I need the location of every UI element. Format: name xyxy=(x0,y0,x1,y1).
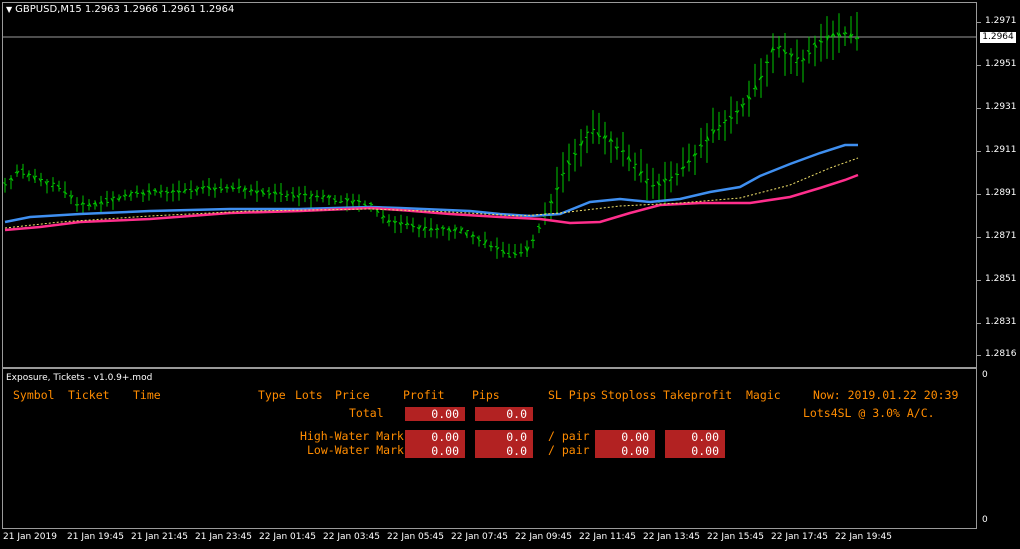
total-profit-cell: 0.00 xyxy=(405,407,465,421)
bar-close-tick xyxy=(160,190,164,193)
col-time: Time xyxy=(133,388,161,402)
price-chart-svg xyxy=(2,12,977,259)
col-type: Type xyxy=(258,388,286,402)
col-symbol: Symbol xyxy=(13,388,55,402)
bar-close-tick xyxy=(532,239,536,242)
time-tick-label: 22 Jan 01:45 xyxy=(259,532,316,542)
bar-open-tick xyxy=(404,223,408,226)
price-tick-mark xyxy=(977,237,981,238)
time-tick-label: 21 Jan 23:45 xyxy=(195,532,252,542)
low-water-label: Low-Water Mark xyxy=(307,443,404,457)
col-ticket: Ticket xyxy=(68,388,110,402)
bar-open-tick xyxy=(734,110,738,113)
high-water-label: High-Water Mark xyxy=(300,429,404,443)
time-axis[interactable]: 21 Jan 2019 21 Jan 19:45 21 Jan 21:45 21… xyxy=(0,529,977,549)
low-water-value-1: 0.00 xyxy=(595,444,655,458)
high-water-profit-cell: 0.00 xyxy=(405,430,465,444)
bar-open-tick xyxy=(98,202,102,204)
time-tick-label: 22 Jan 15:45 xyxy=(707,532,764,542)
bar-open-tick xyxy=(152,189,156,192)
time-tick-label: 21 Jan 21:45 xyxy=(131,532,188,542)
bar-open-tick xyxy=(20,168,24,171)
lots4sl-label: Lots4SL @ 3.0% A/C. xyxy=(803,406,935,420)
time-tick-label: 22 Jan 03:45 xyxy=(323,532,380,542)
col-sl-pips: SL Pips xyxy=(548,388,597,402)
bar-close-tick xyxy=(340,200,344,203)
col-pips: Pips xyxy=(472,388,500,402)
col-lots: Lots xyxy=(295,388,323,402)
price-tick-mark xyxy=(977,355,981,356)
now-timestamp: Now: 2019.01.22 20:39 xyxy=(813,388,959,402)
bar-close-tick xyxy=(412,225,416,228)
price-tick-label: 1.2971 xyxy=(985,16,1017,26)
time-tick-label: 21 Jan 2019 xyxy=(3,532,57,542)
chart-symbol-header[interactable]: ▼ GBPUSD,M15 1.2963 1.2966 1.2961 1.2964 xyxy=(6,4,234,15)
time-tick-label: 22 Jan 17:45 xyxy=(771,532,828,542)
price-tick-label: 1.2951 xyxy=(985,59,1017,69)
high-water-value-1: 0.00 xyxy=(595,430,655,444)
bar-open-tick xyxy=(458,231,462,234)
time-tick-label: 22 Jan 09:45 xyxy=(515,532,572,542)
price-tick-label: 1.2931 xyxy=(985,102,1017,112)
col-profit: Profit xyxy=(403,388,445,402)
bar-open-tick xyxy=(146,190,150,192)
col-stoploss: Stoploss xyxy=(601,388,657,402)
low-water-value-2: 0.00 xyxy=(665,444,725,458)
bar-open-tick xyxy=(788,53,792,55)
price-tick-label: 1.2911 xyxy=(985,145,1017,155)
high-water-pips-cell: 0.0 xyxy=(475,430,533,444)
ma-yellow-line xyxy=(4,157,859,229)
ma-blue-line xyxy=(4,143,858,224)
col-price: Price xyxy=(335,388,370,402)
time-tick-label: 22 Jan 07:45 xyxy=(451,532,508,542)
time-tick-label: 22 Jan 13:45 xyxy=(643,532,700,542)
bar-close-tick xyxy=(232,187,236,190)
price-tick-mark xyxy=(977,65,981,66)
col-takeprofit: Takeprofit xyxy=(663,388,733,402)
price-tick-mark xyxy=(977,108,981,109)
price-tick-mark xyxy=(977,151,981,152)
price-tick-label: 1.2831 xyxy=(985,317,1017,327)
dropdown-triangle-icon[interactable]: ▼ xyxy=(6,5,12,14)
bar-open-tick xyxy=(74,204,78,206)
subwindow-scale-top: 0 xyxy=(982,370,988,380)
bar-close-tick xyxy=(772,48,776,51)
subwindow-scale-bottom: 0 xyxy=(982,515,988,525)
indicator-name: Exposure, Tickets - v1.0.9+.mod xyxy=(6,373,153,383)
col-magic: Magic xyxy=(746,388,781,402)
bar-open-tick xyxy=(50,185,54,188)
total-label: Total xyxy=(349,406,384,420)
price-tick-mark xyxy=(977,280,981,281)
price-tick-label: 1.2871 xyxy=(985,231,1017,241)
current-price-label: 1.2964 xyxy=(980,32,1016,43)
bar-close-tick xyxy=(334,200,338,203)
time-tick-label: 22 Jan 05:45 xyxy=(387,532,444,542)
price-tick-label: 1.2851 xyxy=(985,274,1017,284)
high-water-per-pair: / pair xyxy=(548,429,590,443)
symbol-quote-line: GBPUSD,M15 1.2963 1.2966 1.2961 1.2964 xyxy=(15,4,235,15)
price-tick-label: 1.2891 xyxy=(985,188,1017,198)
high-water-value-2: 0.00 xyxy=(665,430,725,444)
bar-close-tick xyxy=(592,128,596,131)
price-tick-label: 1.2816 xyxy=(985,349,1017,359)
bar-close-tick xyxy=(52,182,56,185)
bar-open-tick xyxy=(710,129,714,131)
price-tick-mark xyxy=(977,194,981,195)
price-scale[interactable]: 1.2971 1.2951 1.2931 1.2911 1.2891 1.287… xyxy=(977,0,1020,369)
time-tick-label: 22 Jan 11:45 xyxy=(579,532,636,542)
low-water-pips-cell: 0.0 xyxy=(475,444,533,458)
low-water-profit-cell: 0.00 xyxy=(405,444,465,458)
low-water-per-pair: / pair xyxy=(548,443,590,457)
time-tick-label: 22 Jan 19:45 xyxy=(835,532,892,542)
bar-open-tick xyxy=(764,61,768,64)
bar-close-tick xyxy=(424,226,428,229)
bar-close-tick xyxy=(226,187,230,189)
bar-open-tick xyxy=(554,188,558,190)
total-pips-cell: 0.0 xyxy=(475,407,533,421)
price-tick-mark xyxy=(977,22,981,23)
bar-close-tick xyxy=(520,252,524,254)
bar-close-tick xyxy=(652,184,656,187)
price-tick-mark xyxy=(977,323,981,324)
time-tick-label: 21 Jan 19:45 xyxy=(67,532,124,542)
